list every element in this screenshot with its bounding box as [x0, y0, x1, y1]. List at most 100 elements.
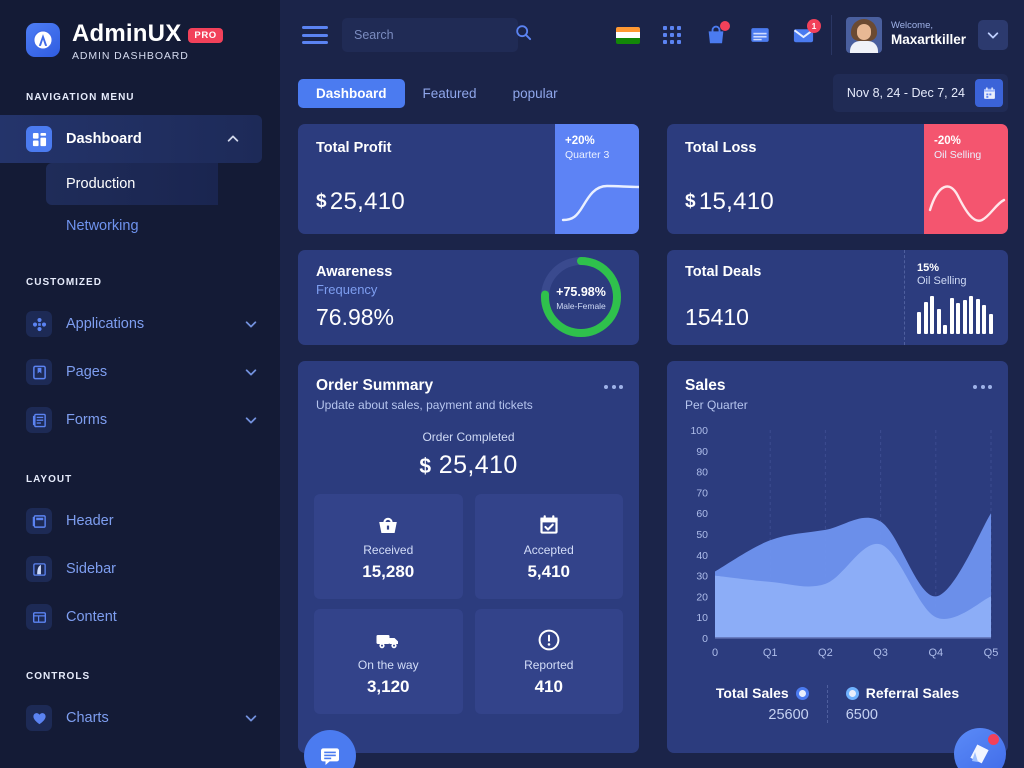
chevron-down-icon[interactable] [244, 711, 258, 725]
brand[interactable]: AdminUX PRO ADMIN DASHBOARD [0, 0, 280, 62]
deals-percent: 15% [917, 262, 940, 274]
deals-right: 15% Oil Selling [904, 250, 1008, 345]
kpi-col-profit: Total Profit $25,410 +20% Quarter 3 [298, 124, 639, 234]
profile-text: Welcome, Maxartkiller [890, 20, 966, 48]
sidebar-item-forms[interactable]: Forms [0, 396, 280, 444]
order-tile-reported[interactable]: Reported 410 [474, 609, 623, 714]
sidebar-item-header[interactable]: Header [0, 497, 280, 545]
sidebar-subitem-production[interactable]: Production [46, 163, 218, 205]
chevron-up-icon[interactable] [226, 132, 240, 146]
kpi-col-loss: Total Loss $15,410 -20% Oil Selling [667, 124, 1008, 234]
apps-icon [26, 311, 52, 337]
y-tick-label: 40 [696, 550, 708, 562]
search-input[interactable] [354, 28, 515, 42]
avatar [845, 17, 882, 53]
kpi-amount: 15,410 [698, 188, 775, 215]
app-root: AdminUX PRO ADMIN DASHBOARD NAVIGATION M… [0, 0, 1024, 768]
kpi-left: Total Loss $15,410 [667, 124, 924, 234]
donut-sublabel: Male-Female [556, 300, 606, 311]
card-total-deals[interactable]: Total Deals 15410 15% Oil Selling [667, 250, 1008, 345]
chevron-down-icon[interactable] [244, 413, 258, 427]
topbar-icons: 1 [615, 19, 821, 48]
mail-badge: 1 [806, 19, 821, 33]
date-range-picker[interactable]: Nov 8, 24 - Dec 7, 24 [832, 74, 1008, 112]
order-tile-accepted[interactable]: Accepted 5,410 [474, 494, 623, 599]
card-title: Order Summary [316, 377, 434, 394]
sidebar-item-label: Sidebar [66, 561, 116, 577]
kpi-percent: -20% [934, 135, 961, 147]
order-tile-received[interactable]: Received 15,280 [314, 494, 463, 599]
sidebar-item-dashboard[interactable]: Dashboard [0, 115, 262, 163]
more-horizontal-icon[interactable] [604, 377, 623, 389]
minibar [956, 302, 960, 334]
order-tile-value: 5,410 [527, 561, 571, 581]
profile-menu[interactable]: Welcome, Maxartkiller [830, 15, 966, 55]
shopping-bag-icon[interactable] [703, 21, 730, 48]
col-sales: Sales Per Quarter 0 10 20 30 40 50 60 70 80 90 100… [667, 361, 1008, 753]
awareness-title: Awareness [316, 264, 393, 280]
order-tile-value: 15,280 [362, 561, 415, 581]
chevron-down-icon[interactable] [244, 317, 258, 331]
x-tick-label: Q4 [928, 647, 943, 659]
nav-section-layout: LAYOUT [26, 474, 73, 485]
mail-icon[interactable]: 1 [791, 19, 821, 48]
tab-popular[interactable]: popular [495, 79, 576, 108]
minibar [923, 302, 928, 334]
profile-caret-button[interactable] [978, 20, 1008, 50]
ring-light-icon [845, 686, 859, 700]
card-awareness[interactable]: Awareness Frequency 76.98% +75.98% Male-… [298, 250, 639, 345]
tab-dashboard[interactable]: Dashboard [298, 78, 405, 108]
x-tick-label: Q5 [984, 647, 999, 659]
order-tile-label: Received [363, 542, 414, 557]
minibar [969, 295, 973, 334]
order-tile-on-the-way[interactable]: On the way 3,120 [314, 609, 463, 714]
sidebar-item-label: Applications [66, 316, 145, 332]
order-tiles: Received 15,280 Accepted 5,410 On the wa… [298, 480, 639, 714]
kpi-title: Total Loss [685, 140, 757, 156]
flag-india-icon[interactable] [615, 22, 641, 48]
minibar [943, 325, 947, 334]
sidebar-item-applications[interactable]: Applications [0, 300, 280, 348]
card-total-profit[interactable]: Total Profit $25,410 +20% Quarter 3 [298, 124, 639, 234]
y-tick-label: 30 [696, 571, 708, 583]
more-horizontal-icon[interactable] [973, 377, 992, 389]
ring-blue-icon [795, 686, 809, 700]
date-range-value: Nov 8, 24 - Dec 7, 24 [846, 86, 965, 100]
sidebar-subitem-networking[interactable]: Networking [0, 205, 280, 247]
sidebar-item-charts[interactable]: Charts [0, 694, 280, 742]
kpi-row-1: Total Profit $25,410 +20% Quarter 3 Tota… [298, 124, 1008, 234]
minibar [962, 300, 967, 334]
y-tick-label: 10 [696, 612, 708, 624]
y-tick-label: 60 [696, 508, 708, 520]
sidebar-icon [26, 556, 52, 582]
sales-area-chart[interactable]: 0 10 20 30 40 50 60 70 80 90 100 0 Q1 Q2 Q3 Q4 Q5 [667, 412, 1008, 677]
forms-icon [26, 407, 52, 433]
order-tile-label: On the way [357, 657, 419, 672]
search-box[interactable] [342, 18, 532, 52]
order-completed-value: $ 25,410 [298, 451, 639, 480]
chevron-down-icon[interactable] [244, 365, 258, 379]
sidebar-item-content[interactable]: Content [0, 593, 280, 641]
apps-grid-icon[interactable] [659, 22, 685, 48]
hamburger-icon[interactable] [302, 26, 328, 44]
calendar-icon[interactable] [975, 79, 1003, 107]
kpi-badge-sub: Oil Selling [934, 149, 982, 161]
sidebar-item-pages[interactable]: Pages [0, 348, 280, 396]
awareness-donut: +75.98% Male-Female [531, 250, 631, 345]
awareness-value: 76.98% [316, 304, 395, 330]
alert-circle-icon [537, 627, 561, 653]
kpi-percent: +20% [565, 135, 595, 147]
deals-minibar-chart [917, 294, 1008, 334]
welcome-label: Welcome, [890, 20, 934, 32]
kpi-badge-sub: Quarter 3 [565, 149, 610, 161]
card-total-loss[interactable]: Total Loss $15,410 -20% Oil Selling [667, 124, 1008, 234]
topbar: 1 Welcome, Maxartkiller [280, 0, 1024, 70]
sidebar-item-sidebar[interactable]: Sidebar [0, 545, 280, 593]
card-sales: Sales Per Quarter 0 10 20 30 40 50 60 70 80 90 100… [667, 361, 1008, 753]
header-icon [26, 508, 52, 534]
awareness-heading: Awareness Frequency [316, 264, 531, 297]
list-card-icon[interactable] [747, 22, 773, 48]
sidebar-item-label: Dashboard [66, 131, 142, 147]
search-icon[interactable] [515, 24, 532, 46]
tab-featured[interactable]: Featured [405, 79, 495, 108]
